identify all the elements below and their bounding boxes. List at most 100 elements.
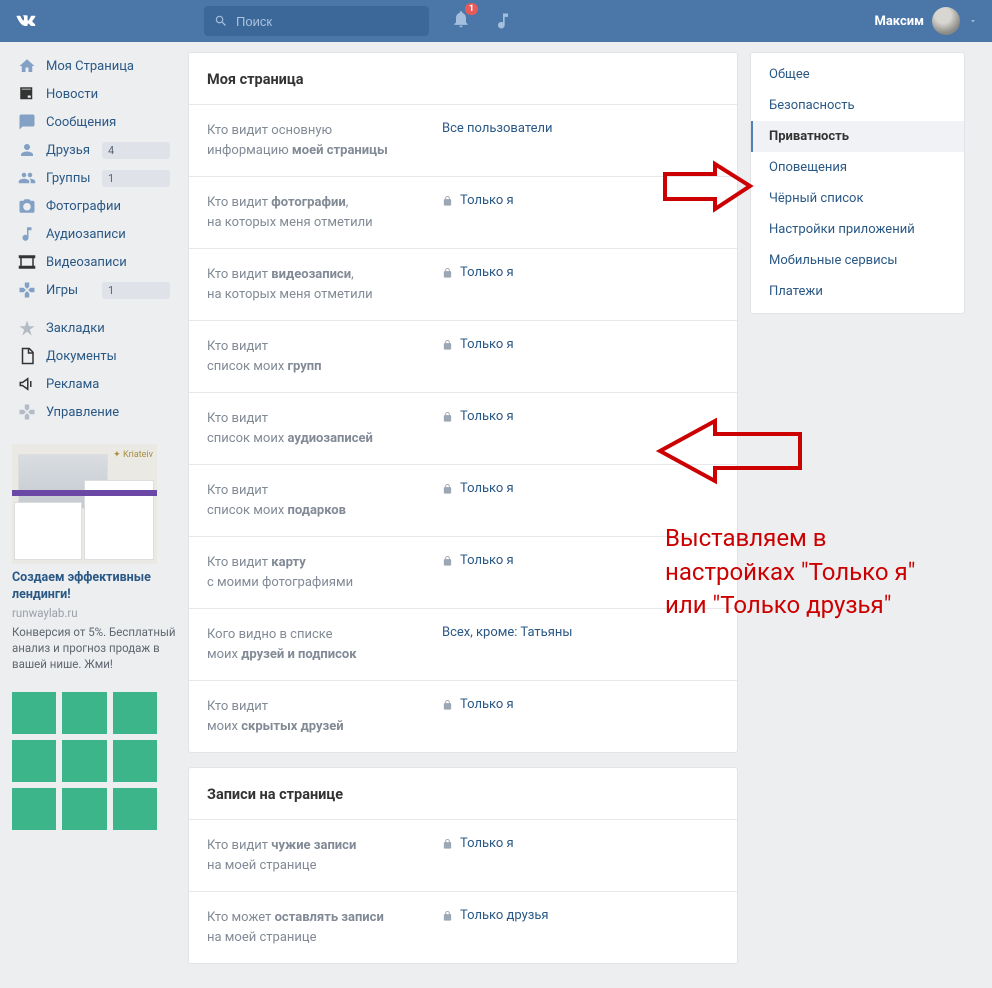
privacy-value[interactable]: Только я: [442, 337, 514, 352]
privacy-label: Кто видит фотографии,на которых меня отм…: [207, 193, 442, 232]
nav-label: Сообщения: [46, 115, 170, 130]
notifications-button[interactable]: 1: [451, 9, 471, 33]
music-icon[interactable]: [493, 11, 513, 31]
privacy-row: Кто видитсписок моих подарковТолько я: [189, 465, 737, 537]
user-name: Максим: [874, 14, 924, 29]
avatar: [932, 7, 960, 35]
panel-wall-posts: Записи на странице Кто видит чужие запис…: [188, 767, 738, 964]
settings-tab[interactable]: Приватность: [751, 121, 964, 152]
privacy-row: Кто видитсписок моих аудиозаписейТолько …: [189, 393, 737, 465]
privacy-row: Кто видит чужие записина моей страницеТо…: [189, 820, 737, 892]
privacy-value[interactable]: Только я: [442, 481, 514, 496]
audio-icon: [18, 225, 36, 243]
nav-label: Моя Страница: [46, 59, 170, 74]
nav-label: Друзья: [46, 143, 102, 158]
ad-block[interactable]: ✦ Kriateiv Создаем эффективные лендинги!…: [12, 444, 176, 672]
lock-icon: [442, 555, 453, 567]
privacy-value[interactable]: Только я: [442, 409, 514, 424]
nav-item[interactable]: Моя Страница: [12, 52, 176, 80]
privacy-label: Кто видитмоих скрытых друзей: [207, 697, 442, 736]
nav-label: Реклама: [46, 377, 170, 392]
privacy-label: Кто видитсписок моих аудиозаписей: [207, 409, 442, 448]
lock-icon: [442, 699, 453, 711]
nav-count: 1: [102, 282, 170, 299]
topbar: 1 Максим: [0, 0, 992, 42]
nav-item[interactable]: Реклама: [12, 370, 176, 398]
nav-item[interactable]: Игры1: [12, 276, 176, 304]
nav-item[interactable]: Видеозаписи: [12, 248, 176, 276]
photo-icon: [18, 197, 36, 215]
megaphone-icon: [18, 375, 36, 393]
nav-label: Видеозаписи: [46, 255, 170, 270]
privacy-row: Кто может оставлять записина моей страни…: [189, 892, 737, 963]
user-menu[interactable]: Максим: [874, 7, 978, 35]
privacy-value[interactable]: Все пользователи: [442, 121, 553, 136]
privacy-row: Кто видит картус моими фотографиямиТольк…: [189, 537, 737, 609]
home-icon: [18, 57, 36, 75]
nav-count: 4: [102, 142, 170, 159]
privacy-value[interactable]: Только я: [442, 697, 514, 712]
privacy-value[interactable]: Только я: [442, 193, 514, 208]
privacy-label: Кто видит основнуюинформацию моей страни…: [207, 121, 442, 160]
search-input[interactable]: [236, 14, 419, 29]
ad-grid[interactable]: [12, 692, 157, 830]
privacy-value[interactable]: Только я: [442, 553, 514, 568]
search-icon: [214, 14, 228, 28]
lock-icon: [442, 910, 453, 922]
search-box[interactable]: [204, 6, 429, 36]
vk-logo-icon[interactable]: [12, 7, 40, 35]
settings-tab[interactable]: Платежи: [751, 276, 964, 307]
lock-icon: [442, 267, 453, 279]
ad-title: Создаем эффективные лендинги!: [12, 570, 176, 604]
lock-icon: [442, 411, 453, 423]
nav-item[interactable]: Группы1: [12, 164, 176, 192]
privacy-value[interactable]: Только друзья: [442, 908, 549, 923]
nav-item[interactable]: Новости: [12, 80, 176, 108]
nav-label: Группы: [46, 171, 102, 186]
games-icon: [18, 281, 36, 299]
privacy-label: Кто видит видеозаписи,на которых меня от…: [207, 265, 442, 304]
privacy-label: Кто видитсписок моих групп: [207, 337, 442, 376]
nav-label: Управление: [46, 405, 170, 420]
privacy-value[interactable]: Только я: [442, 265, 514, 280]
privacy-row: Кто видит видеозаписи,на которых меня от…: [189, 249, 737, 321]
privacy-label: Кого видно в спискемоих друзей и подписо…: [207, 625, 442, 664]
privacy-label: Кто видитсписок моих подарков: [207, 481, 442, 520]
settings-tab[interactable]: Чёрный список: [751, 183, 964, 214]
ad-domain: runwaylab.ru: [12, 606, 176, 620]
nav-label: Игры: [46, 283, 102, 298]
star-icon: [18, 319, 36, 337]
nav-item[interactable]: Документы: [12, 342, 176, 370]
friends-icon: [18, 141, 36, 159]
video-icon: [18, 253, 36, 271]
nav-item[interactable]: Закладки: [12, 314, 176, 342]
settings-tab[interactable]: Безопасность: [751, 90, 964, 121]
nav-label: Документы: [46, 349, 170, 364]
nav-item[interactable]: Фотографии: [12, 192, 176, 220]
ad-text: Конверсия от 5%. Бесплатный анализ и про…: [12, 624, 176, 672]
settings-tab[interactable]: Оповещения: [751, 152, 964, 183]
settings-tab[interactable]: Мобильные сервисы: [751, 245, 964, 276]
settings-tabs: ОбщееБезопасностьПриватностьОповещенияЧё…: [750, 52, 965, 314]
nav-item[interactable]: Сообщения: [12, 108, 176, 136]
privacy-row: Кого видно в спискемоих друзей и подписо…: [189, 609, 737, 681]
privacy-label: Кто видит чужие записина моей странице: [207, 836, 442, 875]
settings-tab[interactable]: Общее: [751, 59, 964, 90]
settings-tab[interactable]: Настройки приложений: [751, 214, 964, 245]
privacy-value[interactable]: Только я: [442, 836, 514, 851]
privacy-row: Кто видит основнуюинформацию моей страни…: [189, 105, 737, 177]
panel-title: Записи на странице: [207, 786, 343, 803]
nav-count: 1: [102, 170, 170, 187]
lock-icon: [442, 195, 453, 207]
nav-item[interactable]: Аудиозаписи: [12, 220, 176, 248]
nav-item[interactable]: Управление: [12, 398, 176, 426]
panel-title: Моя страница: [207, 71, 303, 88]
chevron-down-icon: [968, 16, 978, 26]
nav-label: Фотографии: [46, 199, 170, 214]
nav-item[interactable]: Друзья4: [12, 136, 176, 164]
ad-image: ✦ Kriateiv: [12, 444, 157, 564]
privacy-label: Кто видит картус моими фотографиями: [207, 553, 442, 592]
privacy-value[interactable]: Всех, кроме: Татьяны: [442, 625, 572, 640]
nav-label: Новости: [46, 87, 170, 102]
privacy-label: Кто может оставлять записина моей страни…: [207, 908, 442, 947]
